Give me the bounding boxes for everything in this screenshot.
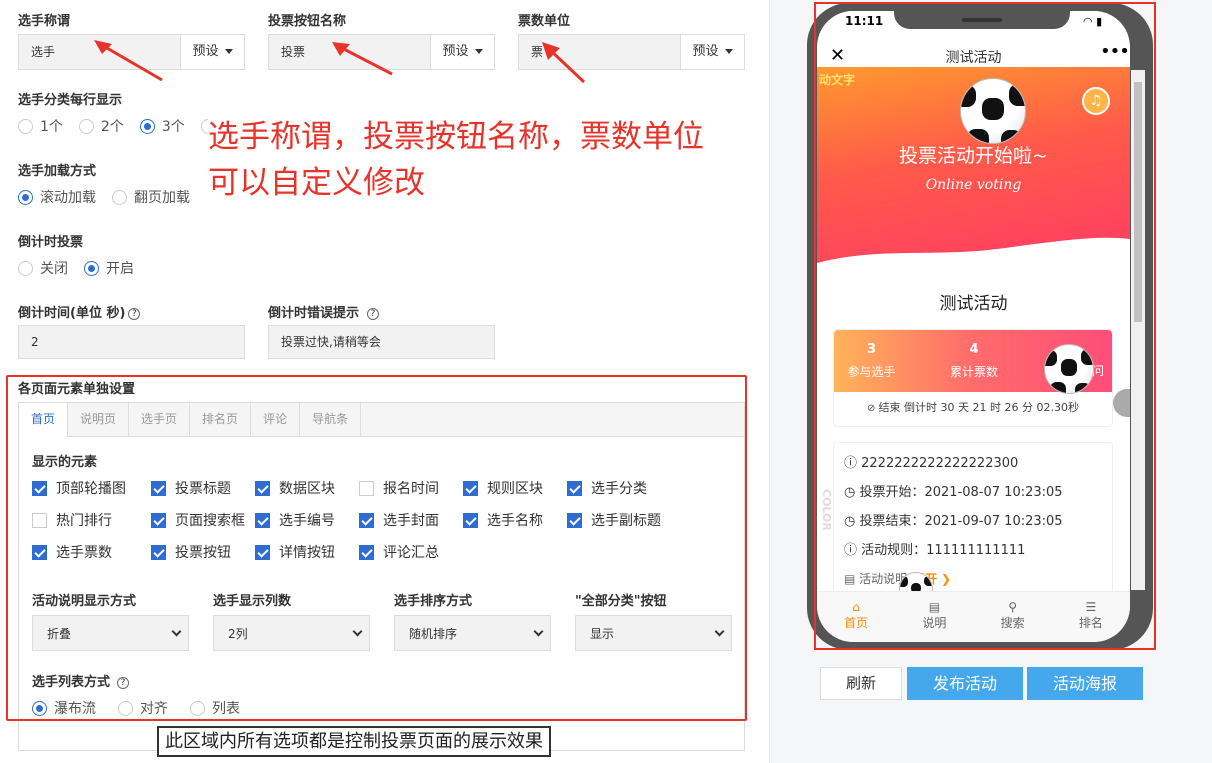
poster-button[interactable]: 活动海报	[1027, 667, 1143, 700]
player-title-preset-button[interactable]: 预设	[180, 35, 244, 69]
countdown-error-label: 倒计时错误提示?	[268, 302, 380, 321]
countdown-error-input[interactable]: 投票过快,请稍等会	[268, 325, 495, 359]
radio-circle-selected	[139, 118, 155, 134]
countdown-on[interactable]: 开启	[84, 258, 134, 278]
per-row-option-2[interactable]: 2个	[78, 116, 124, 136]
radio-circle	[18, 260, 33, 276]
phone-annotation-frame	[814, 2, 1156, 650]
radio-circle	[78, 118, 94, 134]
vote-button-label: 投票按钮名称	[268, 14, 347, 29]
load-mode-radio-group: 滚动加载 翻页加载	[18, 187, 206, 207]
load-mode-label: 选手加载方式	[18, 164, 97, 179]
per-row-option-3[interactable]: 3个	[139, 116, 185, 136]
countdown-off[interactable]: 关闭	[18, 258, 68, 278]
radio-circle-selected	[18, 189, 33, 205]
radio-circle	[112, 189, 127, 205]
per-row-option-1[interactable]: 1个	[18, 116, 63, 136]
per-row-label: 选手分类每行显示	[18, 93, 123, 108]
arrow-annotation-icon	[542, 42, 586, 84]
countdown-radio-group: 关闭 开启	[18, 258, 150, 278]
arrow-annotation-icon	[94, 40, 163, 82]
arrow-annotation-icon	[332, 42, 393, 76]
bottom-annotation-label: 此区域内所有选项都是控制投票页面的展示效果	[157, 726, 551, 757]
caret-down-icon	[224, 49, 233, 54]
annotation-text-1: 选手称谓，投票按钮名称，票数单位	[208, 115, 704, 160]
refresh-button[interactable]: 刷新	[820, 667, 902, 700]
caret-down-icon	[474, 49, 483, 54]
annotation-text-2: 可以自定义修改	[208, 165, 425, 201]
vote-unit-preset-button[interactable]: 预设	[680, 35, 744, 69]
countdown-time-input[interactable]: 2	[18, 325, 245, 359]
load-mode-page[interactable]: 翻页加载	[112, 187, 190, 207]
load-mode-scroll[interactable]: 滚动加载	[18, 187, 96, 207]
publish-button[interactable]: 发布活动	[907, 667, 1023, 700]
countdown-label: 倒计时投票	[18, 235, 84, 250]
vote-button-preset-button[interactable]: 预设	[430, 35, 494, 69]
vote-unit-label: 票数单位	[518, 14, 571, 29]
radio-circle	[18, 118, 33, 134]
help-icon[interactable]: ?	[128, 308, 141, 320]
help-icon[interactable]: ?	[367, 308, 380, 320]
countdown-time-label: 倒计时间(单位 秒)?	[18, 302, 141, 321]
player-title-label: 选手称谓	[18, 14, 71, 29]
annotation-frame	[6, 375, 747, 721]
caret-down-icon	[724, 49, 733, 54]
radio-circle-selected	[84, 260, 99, 276]
